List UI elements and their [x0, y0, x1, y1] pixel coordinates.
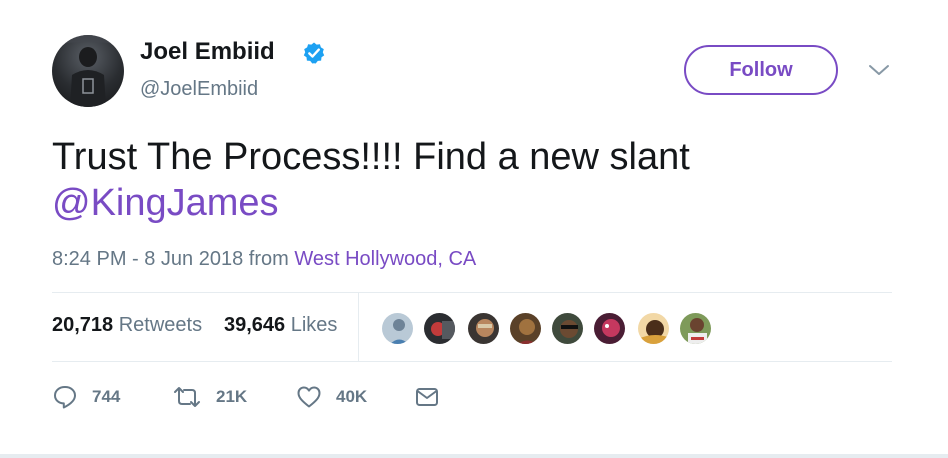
like-count: 40K [336, 387, 368, 406]
author-display-name[interactable]: Joel Embiid [140, 38, 275, 66]
tweet-location-link[interactable]: West Hollywood, CA [294, 248, 476, 270]
from-label: from [248, 248, 289, 270]
retweet-icon [174, 387, 200, 407]
liker-avatar[interactable] [380, 311, 415, 346]
retweets-count: 20,718 [52, 314, 114, 336]
liker-avatar[interactable] [466, 311, 501, 346]
tweet-body-text: Trust The Process!!!! Find a new slant [52, 136, 690, 178]
liker-avatar[interactable] [508, 311, 543, 346]
tweet-text: Trust The Process!!!! Find a new slant @… [52, 134, 912, 226]
stats-separator [358, 293, 359, 361]
tweet-card: Joel Embiid @JoelEmbiid Follow Trust The… [0, 0, 948, 458]
likes-stat[interactable]: 39,646 Likes [224, 314, 337, 337]
follow-button[interactable]: Follow [684, 45, 838, 95]
tweet-metadata: 8:24 PM - 8 Jun 2018 from West Hollywood… [52, 248, 476, 271]
direct-message-button[interactable] [414, 384, 440, 410]
tweet-mention-link[interactable]: @KingJames [52, 182, 279, 224]
author-avatar[interactable] [52, 35, 124, 107]
likes-label: Likes [290, 314, 338, 336]
author-handle[interactable]: @JoelEmbiid [140, 78, 258, 101]
reply-count: 744 [92, 387, 121, 406]
liker-avatar[interactable] [636, 311, 671, 346]
retweet-button[interactable]: 21K [172, 384, 247, 410]
liker-avatar[interactable] [592, 311, 627, 346]
stats-top-divider [52, 292, 892, 293]
retweet-count: 21K [216, 387, 248, 406]
user-avatar-icon [52, 35, 124, 107]
liker-avatar[interactable] [422, 311, 457, 346]
verified-badge-icon [303, 42, 325, 64]
likes-count: 39,646 [224, 314, 286, 336]
stats-bottom-divider [52, 361, 892, 362]
retweets-stat[interactable]: 20,718 Retweets [52, 314, 202, 337]
direct-message-icon [416, 388, 438, 406]
chevron-down-icon[interactable] [866, 60, 892, 80]
tweet-timestamp[interactable]: 8:24 PM - 8 Jun 2018 [52, 248, 243, 270]
reply-button[interactable]: 744 [52, 384, 120, 410]
liker-avatar[interactable] [550, 311, 585, 346]
retweets-label: Retweets [118, 314, 203, 336]
heart-icon [297, 386, 321, 408]
like-button[interactable]: 40K [296, 384, 367, 410]
card-bottom-border [0, 454, 948, 458]
reply-icon [54, 386, 76, 409]
liker-avatar[interactable] [678, 311, 713, 346]
